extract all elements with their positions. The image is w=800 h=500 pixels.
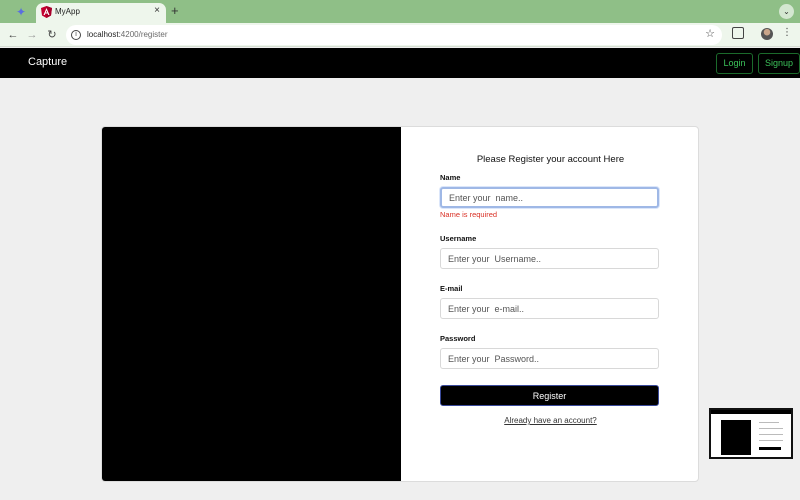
back-icon[interactable]: ← [5,27,21,43]
profile-icon[interactable] [761,28,773,40]
browser-tabstrip: ✦ MyApp × + ⌄ [0,0,800,23]
thumbnail-line [759,434,783,435]
name-label: Name [440,173,461,182]
register-button[interactable]: Register [440,385,659,406]
email-label: E-mail [440,284,463,293]
browser-tab-myapp[interactable]: MyApp × [36,3,166,23]
form-title: Please Register your account Here [476,154,625,165]
url-host: localhost: [87,30,121,39]
brand-logo[interactable]: Capture [28,56,67,68]
thumbnail-line [759,440,783,441]
card-image-panel [102,127,401,481]
name-input[interactable] [440,187,659,208]
extensions-icon[interactable] [732,27,744,39]
tab-search-icon[interactable]: ✦ [14,5,28,19]
url-path: 4200/register [120,30,168,39]
already-have-account-link[interactable]: Already have an account? [401,416,698,425]
kebab-menu-icon[interactable]: ⋮ [782,27,792,39]
thumbnail-button [759,447,781,450]
username-input[interactable] [440,248,659,269]
url-text: localhost:4200/register [87,30,168,39]
address-bar[interactable]: i localhost:4200/register ☆ [66,25,722,45]
thumbnail-line [759,428,783,429]
thumbnail-image-panel [721,420,751,455]
tab-title: MyApp [55,7,80,16]
new-tab-button[interactable]: + [171,3,179,19]
star-icon[interactable]: ☆ [705,27,715,40]
password-input[interactable] [440,348,659,369]
thumbnail-navbar [711,410,791,414]
thumbnail-line [759,422,779,423]
username-label: Username [440,234,477,243]
tab-list-chevron-icon[interactable]: ⌄ [779,4,794,19]
browser-toolbar: ← → ↻ i localhost:4200/register ☆ [0,23,800,47]
angular-favicon [41,6,52,18]
forward-icon[interactable]: → [24,27,40,43]
tab-close-icon[interactable]: × [154,5,160,16]
page-preview-thumbnail[interactable] [709,408,793,459]
email-input[interactable] [440,298,659,319]
info-icon[interactable]: i [71,30,81,40]
register-card: Please Register your account Here Name N… [101,126,699,482]
password-label: Password [440,334,476,343]
signup-nav-button[interactable]: Signup [758,53,800,74]
name-error-message: Name is required [440,210,498,219]
login-nav-button[interactable]: Login [716,53,753,74]
app-navbar: Capture Login Signup [0,48,800,78]
reload-icon[interactable]: ↻ [44,27,60,43]
